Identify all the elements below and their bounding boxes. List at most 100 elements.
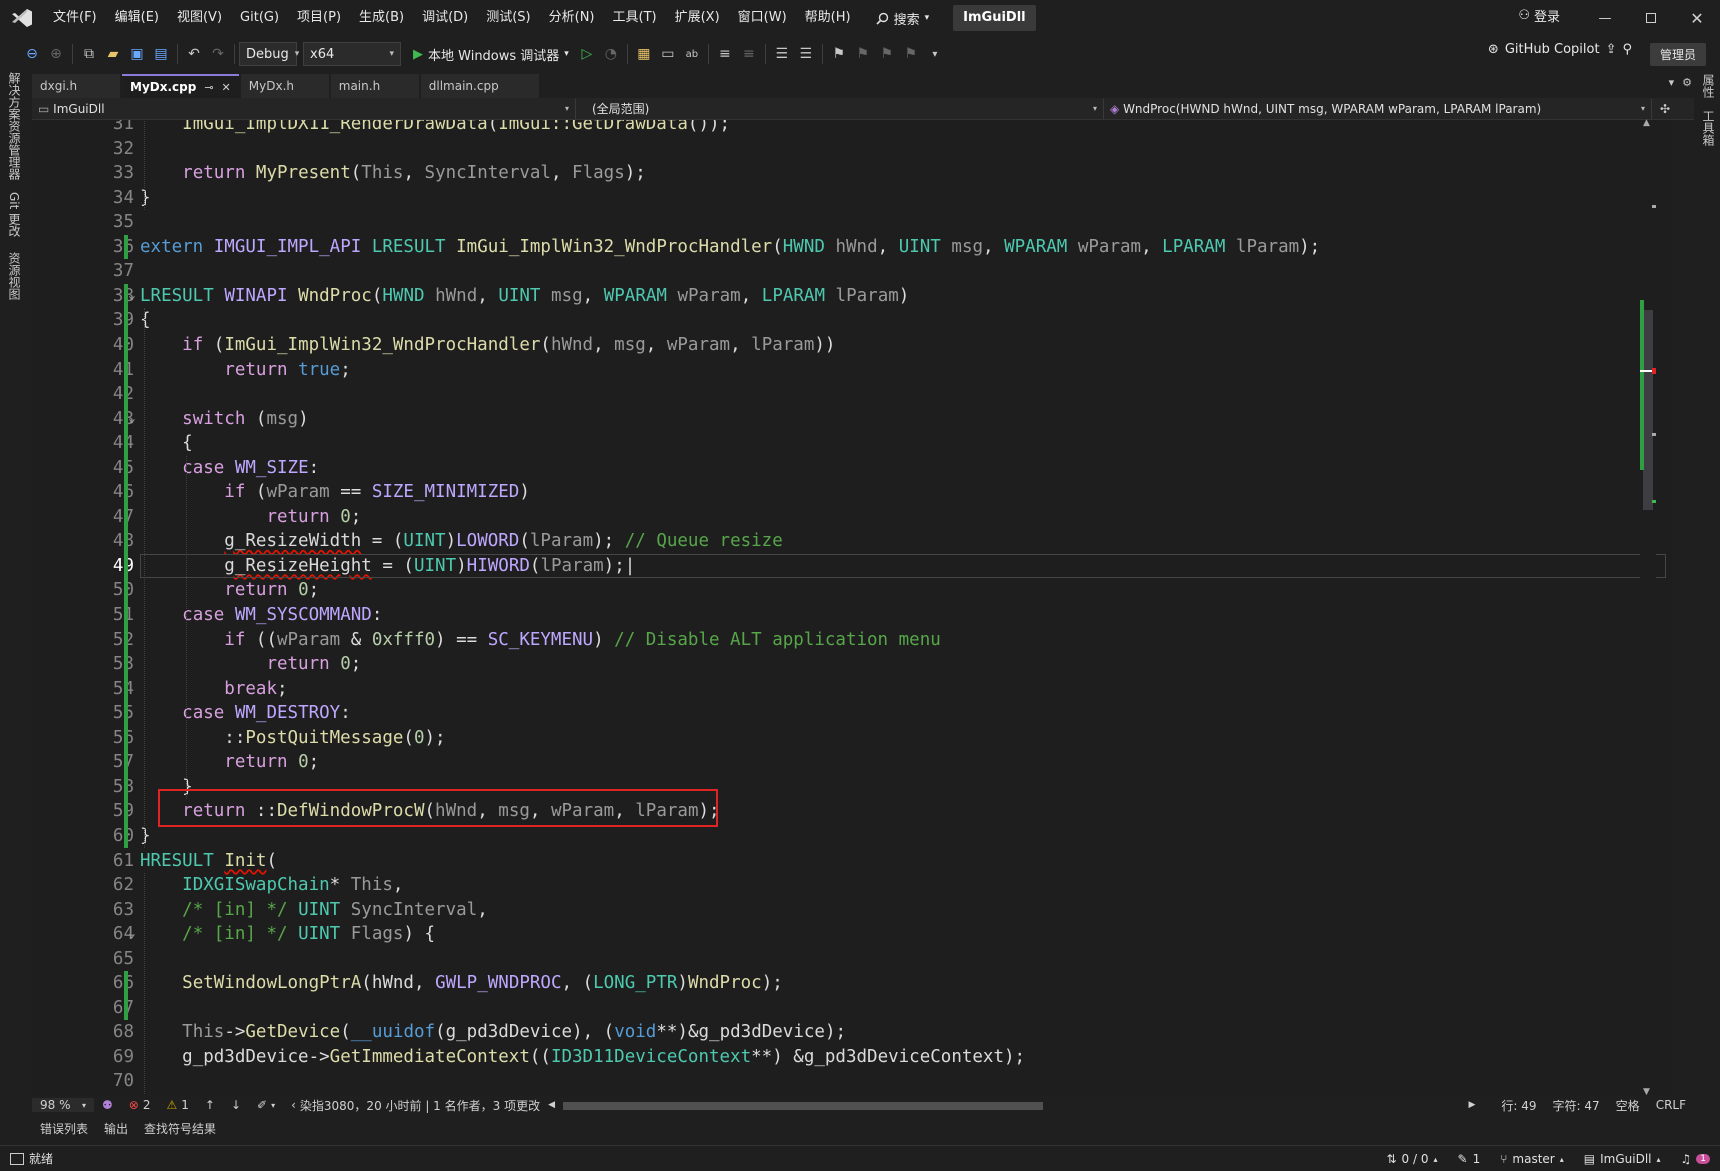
- code-line[interactable]: 55 case WM_DESTROY:: [32, 701, 1672, 726]
- code-line[interactable]: 51 case WM_SYSCOMMAND:: [32, 603, 1672, 628]
- menu-edit[interactable]: 编辑(E): [106, 4, 168, 32]
- menu-build[interactable]: 生成(B): [350, 4, 413, 32]
- code-line[interactable]: 41 return true;: [32, 358, 1672, 383]
- new-project-button[interactable]: ⧉: [77, 42, 101, 66]
- menu-project[interactable]: 项目(P): [288, 4, 350, 32]
- scrollbar-thumb[interactable]: [1643, 310, 1653, 510]
- git-changes-tab[interactable]: Git 更改: [6, 192, 23, 237]
- notifications-button[interactable]: ♫ 1: [1671, 1152, 1720, 1166]
- uncomment-button[interactable]: ≡: [737, 42, 761, 66]
- code-line[interactable]: 61 HRESULT Init(: [32, 849, 1672, 874]
- code-line[interactable]: 44 {: [32, 431, 1672, 456]
- code-line[interactable]: 50 return 0;: [32, 578, 1672, 603]
- login-button[interactable]: ⚇ 登录: [1518, 6, 1560, 25]
- vertical-scrollbar[interactable]: ▲ ▼: [1640, 118, 1656, 1097]
- code-line[interactable]: 36 extern IMGUI_IMPL_API LRESULT ImGui_Im…: [32, 235, 1672, 260]
- git-repo-button[interactable]: ▤ ImGuiDll ▴: [1574, 1152, 1671, 1166]
- scroll-up-icon[interactable]: ▲: [1643, 118, 1650, 128]
- code-line[interactable]: 52 if ((wParam & 0xfff0) == SC_KEYMENU) …: [32, 628, 1672, 653]
- navigate-forward-button[interactable]: ⊕: [44, 42, 68, 66]
- tab-list-dropdown-icon[interactable]: ▾: [1669, 76, 1675, 89]
- prev-bookmark-button[interactable]: ⚑: [851, 42, 875, 66]
- horizontal-scrollbar[interactable]: [563, 1100, 1460, 1110]
- tab-mydx-h[interactable]: MyDx.h: [240, 74, 329, 98]
- line-ending-indicator[interactable]: CRLF: [1648, 1098, 1694, 1112]
- fold-toggle-icon[interactable]: ⌄: [128, 407, 136, 432]
- start-debugging-button[interactable]: ▶ 本地 Windows 调试器 ▾: [413, 45, 569, 64]
- menu-test[interactable]: 测试(S): [477, 4, 539, 32]
- git-sync-button[interactable]: ⇅ 0 / 0 ▴: [1376, 1152, 1447, 1166]
- clear-bookmarks-button[interactable]: ⚑: [899, 42, 923, 66]
- tab-output[interactable]: 输出: [96, 1120, 136, 1137]
- code-line[interactable]: 42: [32, 382, 1672, 407]
- code-line[interactable]: 47 return 0;: [32, 505, 1672, 530]
- search-button[interactable]: 搜索 ▾: [866, 9, 940, 28]
- save-button[interactable]: ▣: [125, 42, 149, 66]
- toolbar-overflow-button[interactable]: ▾: [923, 42, 947, 66]
- code-line[interactable]: 67: [32, 996, 1672, 1021]
- gear-icon[interactable]: ⚙: [1682, 76, 1692, 89]
- menu-view[interactable]: 视图(V): [168, 4, 231, 32]
- increase-indent-button[interactable]: ☰: [794, 42, 818, 66]
- share-icon[interactable]: ⇪: [1606, 42, 1617, 57]
- scroll-right-icon[interactable]: ▶: [1468, 1100, 1475, 1110]
- visual-studio-logo-icon[interactable]: [0, 0, 44, 36]
- code-line[interactable]: 31 ImGui_ImplDX11_RenderDrawData(ImGui::…: [32, 120, 1672, 137]
- resource-view-tab[interactable]: 资源视图: [6, 252, 23, 300]
- errors-indicator[interactable]: ⊗ 2: [121, 1098, 159, 1112]
- menu-help[interactable]: 帮助(H): [796, 4, 860, 32]
- code-line[interactable]: 35: [32, 210, 1672, 235]
- save-all-button[interactable]: ▤: [149, 42, 173, 66]
- tab-main-h[interactable]: main.h: [330, 74, 419, 98]
- tab-find-symbol-results[interactable]: 查找符号结果: [136, 1120, 224, 1137]
- code-line[interactable]: 34}: [32, 186, 1672, 211]
- code-line[interactable]: 57 return 0;: [32, 750, 1672, 775]
- code-line[interactable]: 66 SetWindowLongPtrA(hWnd, GWLP_WNDPROC,…: [32, 971, 1672, 996]
- code-cleanup-button[interactable]: ✐ ▾: [249, 1098, 283, 1112]
- navigate-back-button[interactable]: ⊖: [20, 42, 44, 66]
- solution-explorer-button[interactable]: ▦: [632, 42, 656, 66]
- code-line[interactable]: 56 ::PostQuitMessage(0);: [32, 726, 1672, 751]
- menu-tools[interactable]: 工具(T): [604, 4, 666, 32]
- code-line[interactable]: 54 break;: [32, 677, 1672, 702]
- output-window-icon[interactable]: [10, 1152, 24, 1165]
- code-line[interactable]: 40 if (ImGui_ImplWin32_WndProcHandler(hW…: [32, 333, 1672, 358]
- close-tab-icon[interactable]: ✕: [222, 81, 231, 94]
- code-line[interactable]: 33 return MyPresent(This, SyncInterval, …: [32, 161, 1672, 186]
- code-line[interactable]: 48 g_ResizeWidth = (UINT)LOWORD(lParam);…: [32, 529, 1672, 554]
- code-line[interactable]: 65: [32, 947, 1672, 972]
- undo-button[interactable]: ↶: [182, 42, 206, 66]
- code-editor[interactable]: 31 ImGui_ImplDX11_RenderDrawData(ImGui::…: [32, 120, 1672, 1095]
- menu-window[interactable]: 窗口(W): [729, 4, 796, 32]
- properties-tab[interactable]: 属性: [1700, 74, 1717, 98]
- next-issue-button[interactable]: ↓: [223, 1098, 249, 1112]
- scope-select[interactable]: (全局范围) ▾: [576, 98, 1104, 119]
- prev-issue-button[interactable]: ↑: [197, 1098, 223, 1112]
- pin-icon[interactable]: ⊸: [204, 81, 213, 94]
- minimize-button[interactable]: —: [1582, 0, 1628, 36]
- code-line[interactable]: 32: [32, 137, 1672, 162]
- menu-git[interactable]: Git(G): [231, 4, 288, 32]
- tab-mydx-cpp[interactable]: MyDx.cpp ⊸ ✕: [122, 74, 239, 98]
- menu-analyze[interactable]: 分析(N): [540, 4, 604, 32]
- tab-error-list[interactable]: 错误列表: [32, 1120, 96, 1137]
- zoom-select[interactable]: 98 % ▾: [32, 1098, 94, 1112]
- project-select[interactable]: ▭ ImGuiDll ▾: [32, 98, 576, 119]
- tab-dllmain-cpp[interactable]: dllmain.cpp: [420, 74, 539, 98]
- git-branch-button[interactable]: ⑂ master ▴: [1490, 1152, 1574, 1166]
- code-line[interactable]: 62 IDXGISwapChain* This,: [32, 873, 1672, 898]
- comment-out-button[interactable]: ≡: [713, 42, 737, 66]
- next-bookmark-button[interactable]: ⚑: [875, 42, 899, 66]
- solution-config-select[interactable]: Debug ▾: [239, 42, 299, 66]
- code-line[interactable]: 38⌄LRESULT WINAPI WndProc(HWND hWnd, UIN…: [32, 284, 1672, 309]
- code-line[interactable]: 53 return 0;: [32, 652, 1672, 677]
- decrease-indent-button[interactable]: ☰: [770, 42, 794, 66]
- close-window-button[interactable]: ✕: [1674, 0, 1720, 36]
- open-file-button[interactable]: ▰: [101, 42, 125, 66]
- menu-file[interactable]: 文件(F): [44, 4, 106, 32]
- tab-dxgi-h[interactable]: dxgi.h: [32, 74, 120, 98]
- hot-reload-button[interactable]: ◔: [599, 42, 623, 66]
- code-line[interactable]: 70: [32, 1069, 1672, 1094]
- column-indicator[interactable]: 字符: 47: [1545, 1097, 1608, 1114]
- split-editor-icon[interactable]: ✣: [1652, 102, 1670, 116]
